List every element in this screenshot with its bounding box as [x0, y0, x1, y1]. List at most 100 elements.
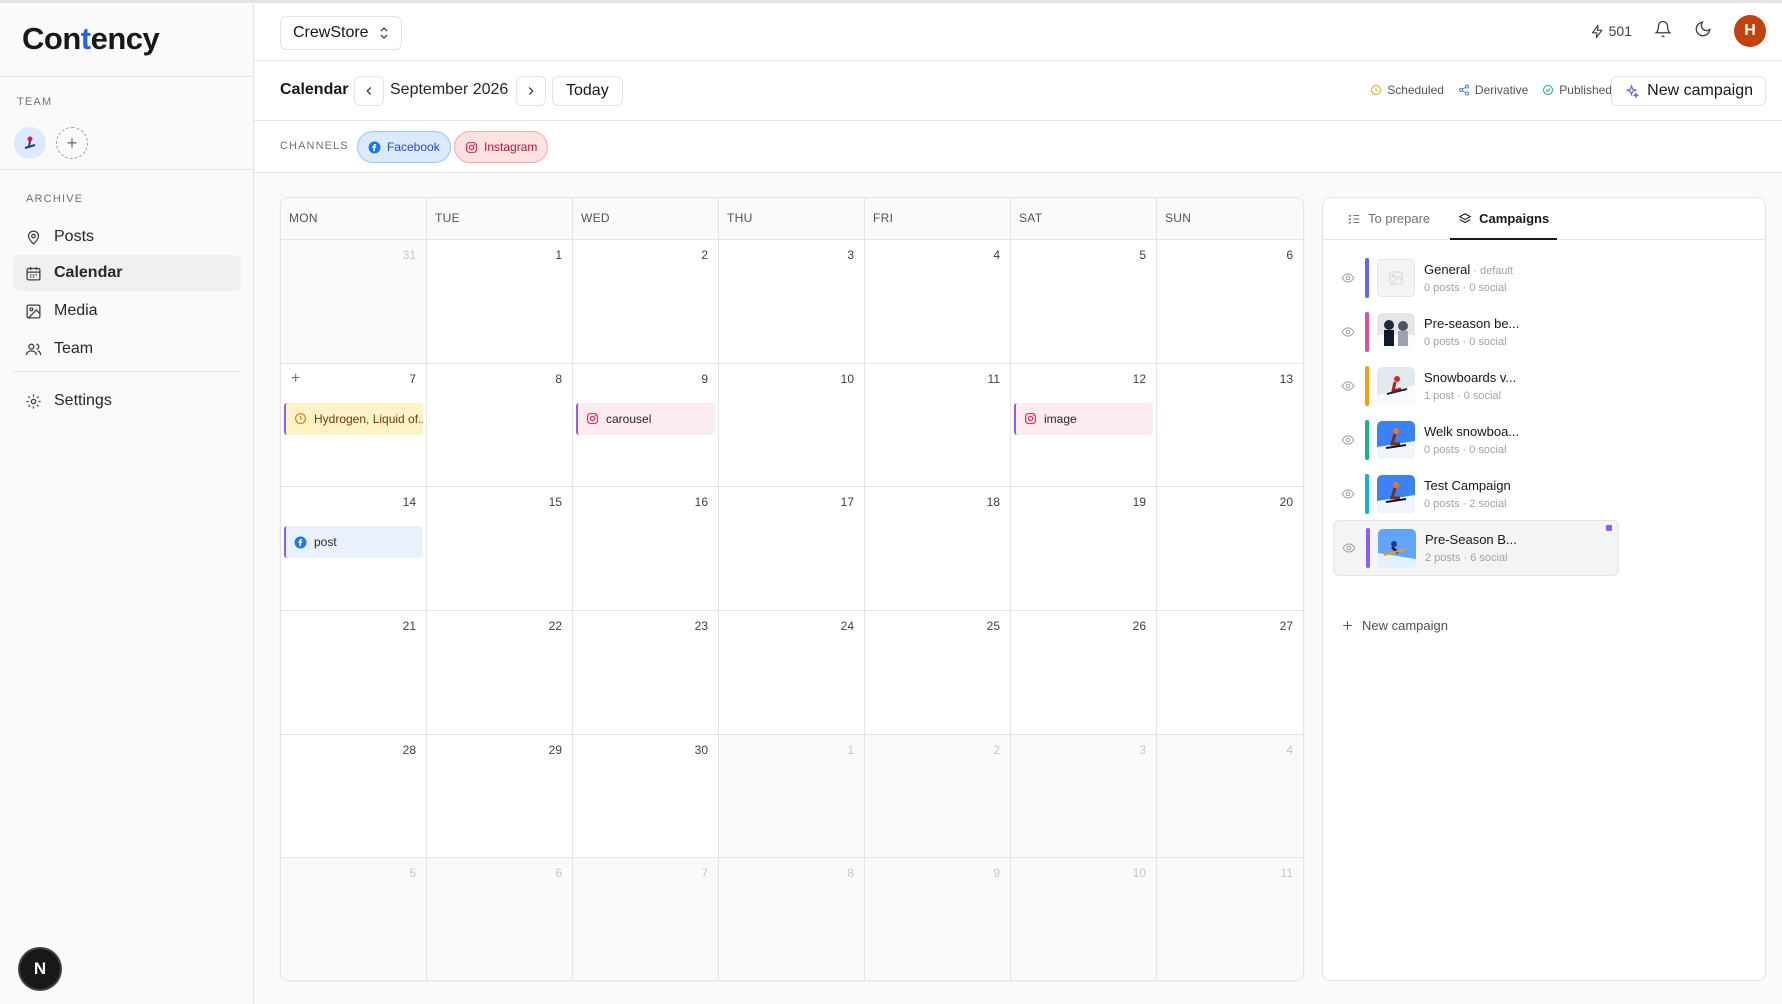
day-number: 15 [548, 495, 562, 510]
visibility-toggle[interactable] [1334, 541, 1364, 555]
campaign-name: Pre-season be... [1424, 316, 1520, 331]
campaign-item[interactable]: Snowboards v... 1 post · 0 social [1333, 358, 1619, 414]
team-section-label: TEAM [17, 96, 53, 108]
channel-chip-facebook[interactable]: Facebook [357, 131, 451, 163]
campaign-item[interactable]: Welk snowboa... 0 posts · 0 social [1333, 412, 1619, 468]
team-avatar[interactable] [14, 127, 46, 159]
campaign-info: General · default 0 posts · 0 social [1424, 262, 1513, 294]
calendar-day[interactable]: 5 [1011, 240, 1157, 364]
calendar-day[interactable]: 26 [1011, 610, 1157, 735]
visibility-toggle[interactable] [1333, 271, 1363, 285]
add-team-button[interactable]: + [56, 127, 88, 159]
calendar-day[interactable]: 2 [865, 734, 1011, 859]
calendar-day[interactable]: 14 post [281, 487, 427, 611]
calendar-day[interactable]: 18 [865, 487, 1011, 611]
calendar-day[interactable]: 4 [865, 240, 1011, 364]
calendar-day[interactable]: 3 [1011, 734, 1157, 859]
calendar-day[interactable]: 6 [1157, 240, 1303, 364]
calendar-grid: 31 1 2 3 4 5 6 +7 Hydrogen, Liquid of... 8 9 carous… [281, 240, 1303, 980]
calendar-day[interactable]: +7 Hydrogen, Liquid of... [281, 363, 427, 488]
calendar-day[interactable]: 28 [281, 734, 427, 859]
calendar-day[interactable]: 21 [281, 610, 427, 735]
new-campaign-button[interactable]: New campaign [1611, 76, 1766, 106]
sidebar-item-posts[interactable]: Posts [13, 219, 241, 255]
store-selector[interactable]: CrewStore [280, 16, 402, 50]
calendar-day[interactable]: 10 [1011, 858, 1157, 980]
calendar-day[interactable]: 6 [427, 858, 573, 980]
day-number: 10 [840, 371, 854, 386]
weekday-label: THU [719, 198, 865, 239]
calendar-event[interactable]: Hydrogen, Liquid of... [284, 402, 423, 435]
calendar-day[interactable]: 17 [719, 487, 865, 611]
calendar-day[interactable]: 3 [719, 240, 865, 364]
tab-to-prepare[interactable]: To prepare [1339, 198, 1438, 239]
credits-indicator[interactable]: 501 [1590, 23, 1632, 39]
visibility-toggle[interactable] [1333, 379, 1363, 393]
calendar-day[interactable]: 25 [865, 610, 1011, 735]
sidebar-item-media[interactable]: Media [13, 293, 241, 329]
calendar-day[interactable]: 1 [427, 240, 573, 364]
calendar-day[interactable]: 15 [427, 487, 573, 611]
campaign-item[interactable]: Pre-Season B... 2 posts · 6 social [1333, 520, 1619, 576]
check-circle-icon [1543, 85, 1554, 95]
calendar-day[interactable]: 1 [719, 734, 865, 859]
new-campaign-label: New campaign [1647, 82, 1753, 99]
sidebar-item-calendar[interactable]: Calendar [13, 255, 241, 291]
prev-month-button[interactable] [354, 76, 384, 106]
calendar-day[interactable]: 24 [719, 610, 865, 735]
calendar-day[interactable]: 11 [865, 363, 1011, 488]
sidebar-item-team[interactable]: Team [13, 331, 241, 367]
calendar-event[interactable]: carousel [576, 402, 715, 435]
calendar-day[interactable]: 27 [1157, 611, 1303, 735]
sidebar-item-settings[interactable]: Settings [13, 383, 241, 419]
calendar-event[interactable]: image [1014, 402, 1153, 435]
visibility-toggle[interactable] [1333, 325, 1363, 339]
theme-toggle-button[interactable] [1694, 20, 1712, 43]
calendar-day[interactable]: 31 [281, 240, 427, 364]
campaign-photo [1377, 475, 1415, 513]
calendar-day[interactable]: 22 [427, 610, 573, 735]
calendar-day[interactable]: 4 [1157, 734, 1303, 859]
dev-tools-badge[interactable]: N [20, 949, 60, 989]
calendar-day[interactable]: 5 [281, 858, 427, 980]
calendar-day[interactable]: 8 [719, 858, 865, 980]
tab-campaigns[interactable]: Campaigns [1450, 198, 1558, 240]
calendar-event[interactable]: post [284, 526, 423, 559]
calendar-day[interactable]: 12 image [1011, 363, 1157, 488]
campaign-item[interactable]: General · default 0 posts · 0 social [1333, 250, 1619, 306]
today-button[interactable]: Today [552, 76, 623, 106]
chevron-left-icon [366, 87, 372, 95]
calendar-day[interactable]: 20 [1157, 487, 1303, 611]
app-logo[interactable]: Contency [22, 21, 160, 57]
channel-chip-instagram[interactable]: Instagram [454, 131, 549, 163]
calendar-day[interactable]: 9 carousel [573, 363, 719, 488]
calendar-day[interactable]: 13 [1157, 364, 1303, 488]
visibility-toggle[interactable] [1333, 487, 1363, 501]
sparkles-icon [1625, 83, 1640, 99]
selected-indicator [1606, 525, 1612, 531]
day-number: 6 [1286, 248, 1293, 262]
visibility-toggle[interactable] [1333, 433, 1363, 447]
month-calendar: MON TUE WED THU FRI SAT SUN 31 1 2 3 4 5 6 +7 Hy… [280, 197, 1304, 981]
notifications-button[interactable] [1654, 20, 1672, 43]
campaign-item[interactable]: Pre-season be... 0 posts · 0 social [1333, 304, 1619, 360]
calendar-day[interactable]: 8 [427, 363, 573, 488]
calendar-day[interactable]: 9 [865, 858, 1011, 980]
calendar-day[interactable]: 11 [1157, 858, 1303, 980]
calendar-day[interactable]: 23 [573, 610, 719, 735]
calendar-day[interactable]: 7 [573, 858, 719, 980]
calendar-day[interactable]: 29 [427, 734, 573, 859]
calendar-day[interactable]: 10 [719, 363, 865, 488]
sidebar-item-label: Posts [54, 228, 95, 245]
calendar-day[interactable]: 16 [573, 487, 719, 611]
calendar-day[interactable]: 2 [573, 240, 719, 364]
eye-icon [1341, 273, 1355, 283]
user-avatar[interactable]: H [1734, 15, 1766, 47]
store-name: CrewStore [293, 24, 369, 41]
calendar-day[interactable]: 30 [573, 734, 719, 859]
add-post-button[interactable]: + [291, 370, 300, 388]
campaign-item[interactable]: Test Campaign 0 posts · 2 social [1333, 466, 1619, 522]
next-month-button[interactable] [516, 76, 546, 106]
new-campaign-link[interactable]: New campaign [1341, 618, 1448, 633]
calendar-day[interactable]: 19 [1011, 487, 1157, 611]
